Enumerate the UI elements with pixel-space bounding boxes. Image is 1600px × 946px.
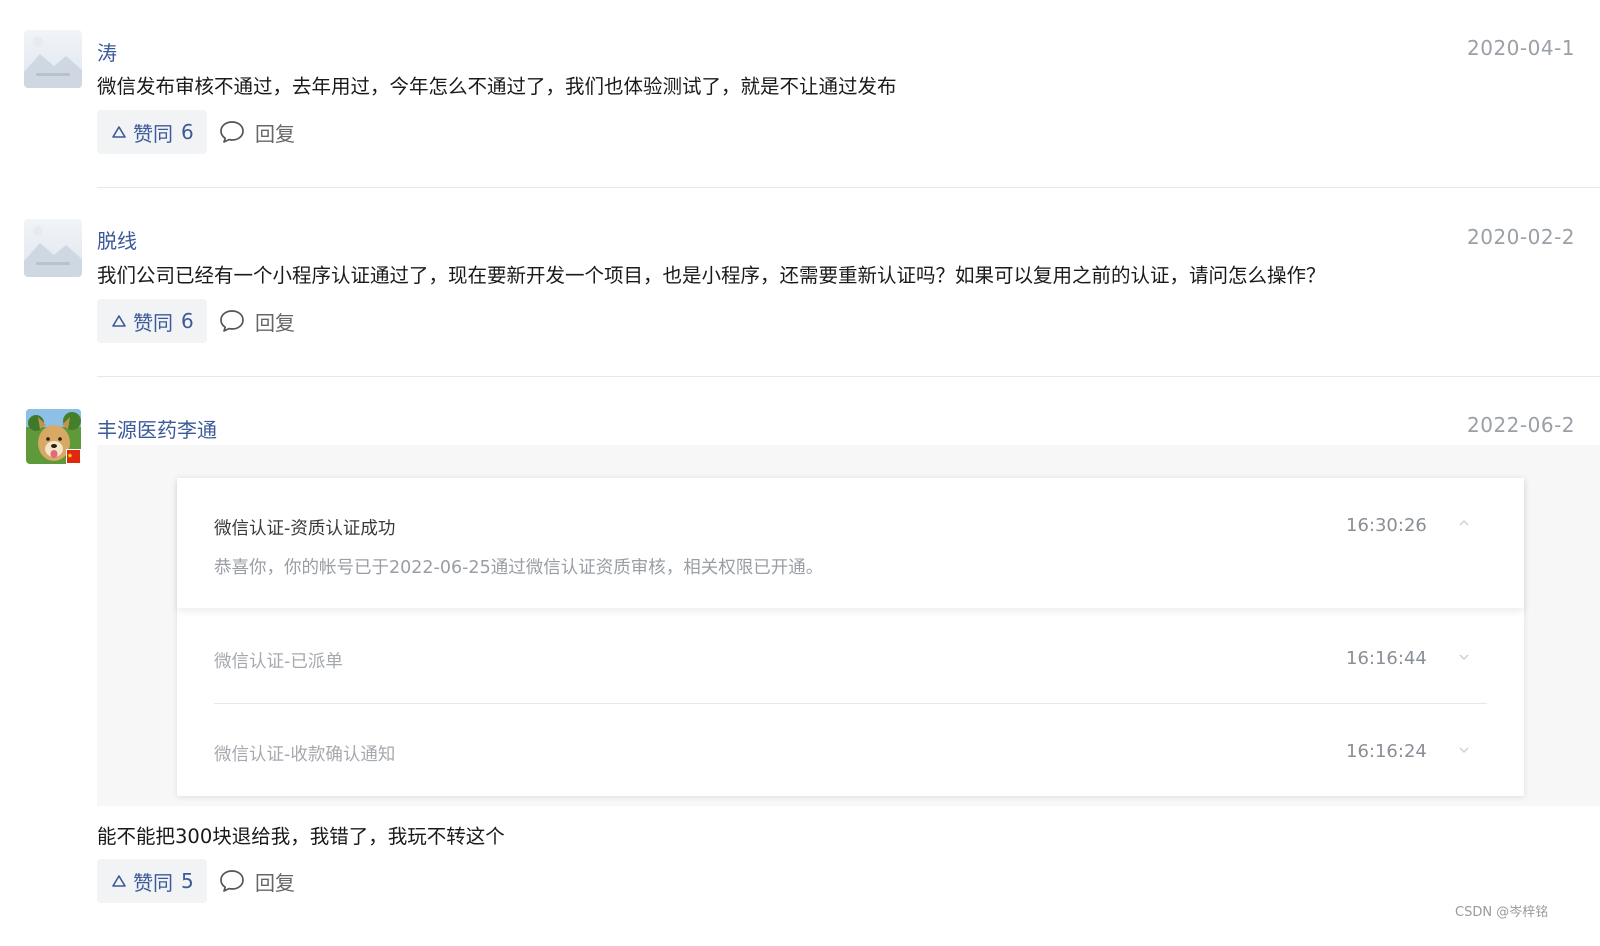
like-button[interactable]: 赞同 6 — [97, 299, 207, 343]
notification-title: 微信认证-资质认证成功 — [214, 519, 396, 539]
comment-date: 2020-04-1 — [1467, 36, 1576, 60]
avatar[interactable] — [26, 409, 81, 464]
chevron-up-icon[interactable] — [1457, 518, 1471, 528]
notification-title: 微信认证-收款确认通知 — [214, 745, 396, 765]
like-label: 赞同 — [133, 121, 173, 146]
comment-author[interactable]: 涛 — [97, 37, 117, 66]
notification-description: 恭喜你，你的帐号已于2022-06-25通过微信认证资质审核，相关权限已开通。 — [214, 558, 824, 578]
chevron-down-icon[interactable] — [1457, 745, 1471, 755]
like-count: 5 — [181, 869, 194, 893]
comment-date: 2020-02-2 — [1467, 225, 1576, 249]
comment-author[interactable]: 脱线 — [97, 225, 137, 254]
embedded-screenshot: 微信认证-资质认证成功 16:30:26 恭喜你，你的帐号已于2022-06-2… — [97, 445, 1600, 806]
divider — [214, 703, 1487, 704]
triangle-up-icon — [112, 315, 126, 327]
comment-text: 微信发布审核不通过，去年用过，今年怎么不通过了，我们也体验测试了，就是不让通过发… — [97, 75, 897, 98]
image-placeholder-icon — [24, 226, 82, 277]
notification-list: 微信认证-资质认证成功 16:30:26 恭喜你，你的帐号已于2022-06-2… — [177, 478, 1524, 796]
dog-photo-icon — [26, 409, 81, 464]
chevron-down-icon[interactable] — [1457, 652, 1471, 662]
notification-time: 16:16:24 — [1346, 741, 1427, 762]
comment-date: 2022-06-2 — [1467, 413, 1576, 437]
notification-title: 微信认证-已派单 — [214, 652, 343, 672]
like-count: 6 — [181, 120, 194, 144]
comment-text: 能不能把300块退给我，我错了，我玩不转这个 — [97, 825, 505, 848]
reply-label: 回复 — [255, 121, 295, 146]
comment-text: 我们公司已经有一个小程序认证通过了，现在要新开发一个项目，也是小程序，还需要重新… — [97, 264, 1326, 287]
divider — [97, 187, 1600, 188]
reply-label: 回复 — [255, 870, 295, 895]
reply-button[interactable]: 回复 — [219, 110, 295, 154]
reply-button[interactable]: 回复 — [219, 859, 295, 903]
speech-bubble-icon — [220, 121, 244, 143]
triangle-up-icon — [112, 126, 126, 138]
divider — [97, 376, 1600, 377]
like-label: 赞同 — [133, 310, 173, 335]
comment-author[interactable]: 丰源医药李通 — [97, 414, 217, 443]
reply-button[interactable]: 回复 — [219, 299, 295, 343]
avatar[interactable] — [24, 219, 82, 277]
like-label: 赞同 — [133, 870, 173, 895]
reply-label: 回复 — [255, 310, 295, 335]
watermark: CSDN @岑梓铭 — [1455, 905, 1549, 920]
notification-time: 16:16:44 — [1346, 648, 1427, 669]
speech-bubble-icon — [220, 310, 244, 332]
speech-bubble-icon — [220, 870, 244, 892]
triangle-up-icon — [112, 875, 126, 887]
like-button[interactable]: 赞同 6 — [97, 110, 207, 154]
notification-item[interactable]: 微信认证-资质认证成功 16:30:26 恭喜你，你的帐号已于2022-06-2… — [177, 478, 1524, 608]
like-count: 6 — [181, 309, 194, 333]
image-placeholder-icon — [24, 37, 82, 88]
notification-time: 16:30:26 — [1346, 515, 1427, 536]
avatar[interactable] — [24, 30, 82, 88]
like-button[interactable]: 赞同 5 — [97, 859, 207, 903]
